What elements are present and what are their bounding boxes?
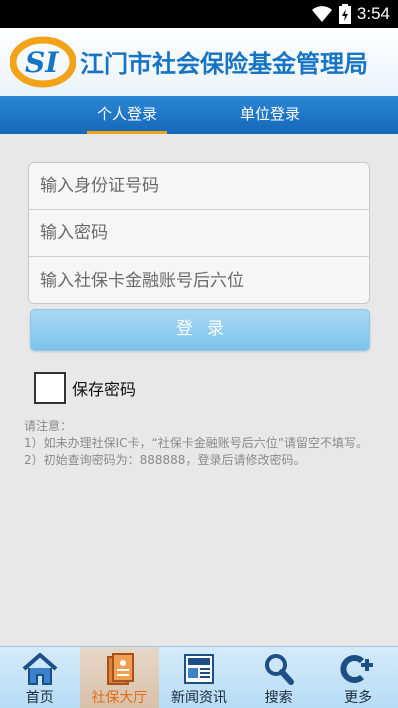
battery-icon: [338, 4, 351, 24]
nav-item-more[interactable]: 更多: [318, 647, 398, 708]
more-icon: [340, 655, 374, 683]
search-icon: [264, 654, 294, 685]
nav-item-news[interactable]: 新闻资讯: [159, 647, 239, 708]
nav-label-more: 更多: [344, 690, 373, 706]
password-field-row: [29, 210, 369, 257]
document-icon: [107, 653, 135, 685]
login-button[interactable]: 登录: [30, 309, 370, 351]
nav-label-search: 搜索: [264, 690, 293, 706]
home-icon: [22, 653, 58, 685]
id-number-input[interactable]: [40, 176, 369, 196]
bank-field-row: [29, 257, 369, 303]
login-tab-bar: 个人登录 单位登录: [0, 96, 398, 134]
status-time: 3:54: [356, 4, 390, 23]
notes-line-1: 1）如未办理社保IC卡，“社保卡金融账号后六位”请留空不填写。: [24, 436, 368, 450]
nav-item-home[interactable]: 首页: [0, 647, 80, 708]
bottom-nav: 首页 社保大厅 新闻资讯 搜索 更多: [0, 646, 398, 708]
status-bar: 3:54: [0, 0, 398, 28]
remember-checkbox[interactable]: [34, 372, 66, 404]
notes-title: 请注意：: [24, 419, 73, 433]
tab-company-login[interactable]: 单位登录: [230, 96, 310, 134]
id-field-row: [29, 163, 369, 210]
notes: 请注意： 1）如未办理社保IC卡，“社保卡金融账号后六位”请留空不填写。 2）初…: [24, 418, 379, 469]
nav-item-search[interactable]: 搜索: [239, 647, 319, 708]
tab-personal-login[interactable]: 个人登录: [87, 96, 167, 134]
remember-password[interactable]: 保存密码: [34, 372, 136, 404]
nav-label-home: 首页: [25, 690, 54, 706]
notes-line-2: 2）初始查询密码为：888888，登录后请修改密码。: [24, 453, 306, 467]
nav-label-news: 新闻资讯: [170, 690, 227, 706]
status-icons: 3:54: [311, 4, 390, 24]
remember-label: 保存密码: [72, 380, 137, 399]
password-input[interactable]: [40, 223, 369, 243]
news-icon: [183, 654, 214, 684]
login-form: [28, 162, 370, 304]
wifi-icon: [311, 6, 332, 22]
social-insurance-logo: SI: [10, 36, 76, 88]
logo-text: SI: [25, 46, 59, 79]
nav-label-hall: 社保大厅: [91, 690, 148, 706]
bank-account-input[interactable]: [40, 270, 369, 291]
page-title: 江门市社会保险基金管理局: [80, 50, 368, 78]
nav-item-hall[interactable]: 社保大厅: [79, 647, 160, 708]
header-banner: SI 江门市社会保险基金管理局: [0, 28, 398, 96]
